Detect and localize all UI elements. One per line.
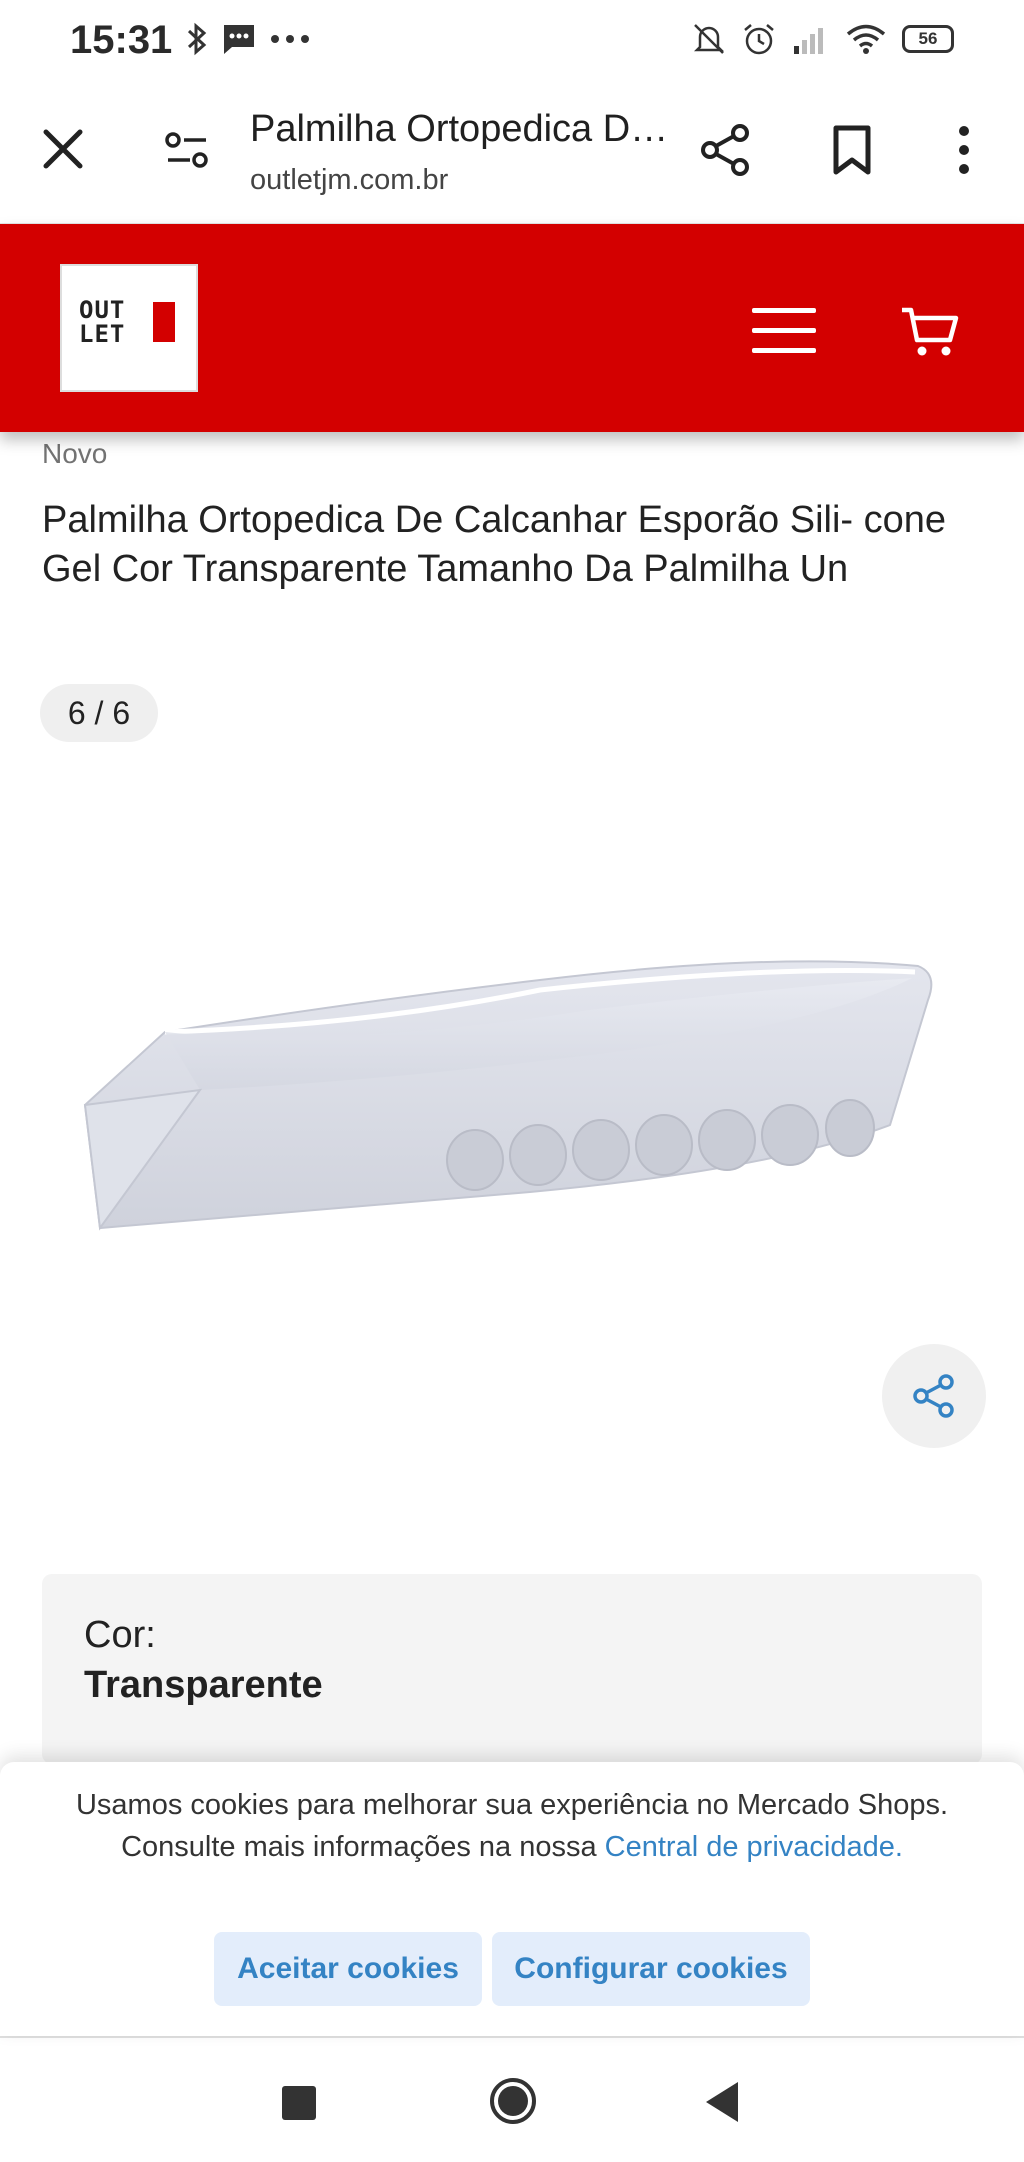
cookie-banner: Usamos cookies para melhorar sua experiê…	[0, 1762, 1024, 2036]
more-dots-icon	[271, 35, 309, 43]
status-time: 15:31	[70, 18, 173, 62]
back-icon[interactable]	[704, 2080, 740, 2124]
system-nav-bar	[0, 2036, 1024, 2162]
page-title[interactable]: Palmilha Ortopedica De Calcanhar Esporão…	[250, 108, 670, 151]
variation-label: Cor:	[84, 1614, 156, 1656]
privacy-center-link[interactable]: Central de privacidade.	[605, 1831, 903, 1863]
status-left-icons	[186, 22, 310, 56]
status-bar: 15:31 56	[0, 0, 1024, 88]
logo-red-block	[153, 302, 175, 342]
status-right-icons: 56	[692, 22, 954, 56]
tune-icon[interactable]	[164, 128, 210, 174]
bluetooth-icon	[187, 22, 207, 56]
mute-icon	[693, 24, 725, 54]
message-icon	[224, 25, 254, 54]
product-title: Palmilha Ortopedica De Calcanhar Esporão…	[42, 499, 947, 590]
home-icon[interactable]	[488, 2076, 538, 2126]
product-condition: Novo	[42, 438, 108, 469]
configure-cookies-button[interactable]: Configurar cookies	[492, 1932, 810, 2006]
signal-icon	[794, 28, 823, 54]
page-url[interactable]: outletjm.com.br	[250, 164, 448, 197]
alarm-icon	[744, 24, 774, 55]
logo-mark: OUT LET	[79, 298, 179, 358]
battery-icon: 56	[902, 25, 954, 53]
share-icon[interactable]	[700, 124, 752, 176]
cart-icon[interactable]	[900, 304, 960, 360]
wifi-icon	[846, 24, 886, 54]
accept-cookies-button[interactable]: Aceitar cookies	[214, 1932, 482, 2006]
product-image[interactable]	[70, 930, 990, 1250]
bookmark-icon[interactable]	[830, 124, 874, 176]
color-variation-card[interactable]: Cor: Transparente	[42, 1574, 982, 1764]
share-product-button[interactable]	[882, 1344, 986, 1448]
site-header: OUT LET	[0, 224, 1024, 432]
menu-icon[interactable]	[752, 308, 816, 354]
share-icon	[913, 1374, 954, 1418]
close-icon[interactable]	[40, 126, 86, 172]
browser-toolbar: Palmilha Ortopedica De Calcanhar Esporão…	[0, 88, 1024, 224]
cookie-message: Usamos cookies para melhorar sua experiê…	[60, 1784, 964, 1868]
store-logo[interactable]: OUT LET	[60, 264, 198, 392]
variation-value: Transparente	[84, 1664, 323, 1706]
recents-icon[interactable]	[282, 2086, 316, 2120]
more-vert-icon[interactable]	[950, 124, 978, 176]
image-counter: 6 / 6	[40, 684, 158, 742]
